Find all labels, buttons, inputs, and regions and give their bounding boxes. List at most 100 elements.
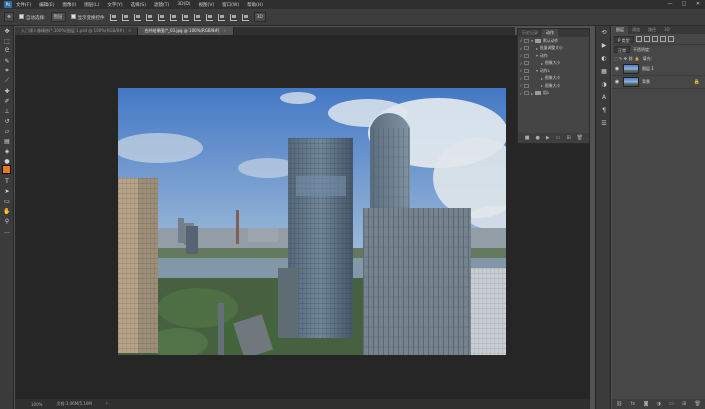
- dialog-toggle-box[interactable]: [524, 61, 529, 66]
- expand-arrow-icon[interactable]: ▾: [536, 53, 538, 58]
- align-vcenter-icon[interactable]: [121, 13, 129, 21]
- type-tool-icon[interactable]: T: [0, 176, 14, 186]
- menu-view[interactable]: 视图(V): [199, 2, 215, 8]
- tab-channels[interactable]: 通道: [628, 26, 644, 34]
- canvas-workspace[interactable]: [15, 35, 590, 399]
- doc-tab-1[interactable]: 入门课人像精修(*.100%(图层 1.psd @ 100%(RGB/8#) ×: [15, 27, 139, 35]
- expand-arrow-icon[interactable]: ▾: [531, 38, 533, 43]
- auto-select-target-dropdown[interactable]: 图层: [50, 12, 66, 22]
- play-icon[interactable]: ▶: [546, 135, 550, 141]
- distribute-top-icon[interactable]: [181, 13, 189, 21]
- new-set-icon[interactable]: ▭: [556, 135, 561, 141]
- menu-image[interactable]: 图像(I): [62, 2, 76, 8]
- dialog-toggle-box[interactable]: [524, 53, 529, 58]
- marquee-tool-icon[interactable]: ⬚: [0, 36, 14, 46]
- more-tools-icon[interactable]: …: [0, 226, 14, 236]
- dialog-toggle-box[interactable]: [524, 68, 529, 73]
- menu-filter[interactable]: 滤镜(T): [154, 2, 169, 8]
- distribute-hcenter-icon[interactable]: [229, 13, 237, 21]
- filter-shape-icon[interactable]: [659, 36, 666, 42]
- filter-pixel-icon[interactable]: [635, 36, 642, 42]
- path-select-tool-icon[interactable]: ➤: [0, 186, 14, 196]
- doc-tab-2[interactable]: 合并结果图(*_03.jpg @ 100%(RGB/8#) ×: [138, 27, 234, 35]
- distribute-vcenter-icon[interactable]: [193, 13, 201, 21]
- healing-brush-tool-icon[interactable]: ✚: [0, 86, 14, 96]
- layer-row[interactable]: ◉ 图层 1: [612, 63, 705, 76]
- expand-arrow-icon[interactable]: ▸: [536, 46, 538, 51]
- history-brush-tool-icon[interactable]: ↺: [0, 116, 14, 126]
- tab-paths[interactable]: 路径: [644, 26, 660, 34]
- gradient-tool-icon[interactable]: ▤: [0, 136, 14, 146]
- actions-play-icon[interactable]: ▶: [596, 39, 612, 52]
- close-tab-icon[interactable]: ×: [223, 28, 226, 33]
- align-bottom-icon[interactable]: [133, 13, 141, 21]
- shape-tool-icon[interactable]: ▭: [0, 196, 14, 206]
- filter-adjustment-icon[interactable]: [643, 36, 650, 42]
- menu-3d[interactable]: 3D(D): [177, 2, 190, 7]
- menu-help[interactable]: 帮助(H): [247, 2, 263, 8]
- zoom-level[interactable]: 100%: [31, 402, 42, 407]
- tab-actions[interactable]: 动作: [542, 29, 558, 37]
- move-tool-preset-button[interactable]: ✥: [4, 12, 14, 22]
- action-row[interactable]: ✓ ▸ 图像大小: [518, 75, 589, 83]
- delete-icon[interactable]: 🗑: [577, 135, 583, 141]
- layer-name[interactable]: 背景: [642, 79, 650, 85]
- auto-select-checkbox[interactable]: 自动选择:: [19, 13, 46, 21]
- visibility-eye-icon[interactable]: ◉: [614, 79, 620, 85]
- align-left-icon[interactable]: [145, 13, 153, 21]
- hand-tool-icon[interactable]: ✋: [0, 206, 14, 216]
- close-button[interactable]: ✕: [691, 0, 705, 9]
- menu-edit[interactable]: 编辑(E): [39, 2, 54, 8]
- status-menu-arrow-icon[interactable]: ›: [106, 401, 108, 407]
- lasso-tool-icon[interactable]: ᘓ: [0, 46, 14, 56]
- quick-select-tool-icon[interactable]: ✎: [0, 56, 14, 66]
- distribute-left-icon[interactable]: [217, 13, 225, 21]
- action-row[interactable]: ✓ ▾ 动作1: [518, 67, 589, 75]
- align-hcenter-icon[interactable]: [157, 13, 165, 21]
- expand-arrow-icon[interactable]: ▸: [531, 91, 533, 96]
- delete-layer-icon[interactable]: 🗑: [694, 401, 700, 407]
- align-right-icon[interactable]: [169, 13, 177, 21]
- minimize-button[interactable]: —: [663, 0, 677, 9]
- dialog-toggle-box[interactable]: [524, 38, 529, 43]
- expand-arrow-icon[interactable]: ▸: [541, 61, 543, 66]
- dialog-toggle-box[interactable]: [524, 83, 529, 88]
- character-icon[interactable]: A: [596, 91, 612, 104]
- move-tool-icon[interactable]: ✥: [0, 26, 14, 36]
- filter-type-icon[interactable]: [651, 36, 658, 42]
- document-canvas-image[interactable]: [118, 88, 506, 355]
- layer-row[interactable]: ◉ 背景 🔒: [612, 76, 705, 89]
- expand-arrow-icon[interactable]: ▸: [541, 83, 543, 88]
- menu-file[interactable]: 文件(F): [16, 2, 31, 8]
- align-top-icon[interactable]: [109, 13, 117, 21]
- dialog-toggle-box[interactable]: [524, 91, 529, 96]
- zoom-tool-icon[interactable]: ⚲: [0, 216, 14, 226]
- dialog-toggle-box[interactable]: [524, 76, 529, 81]
- record-icon[interactable]: ●: [535, 135, 539, 141]
- expand-arrow-icon[interactable]: ▾: [536, 68, 538, 73]
- new-layer-icon[interactable]: ⊞: [682, 401, 686, 407]
- blur-tool-icon[interactable]: ◈: [0, 146, 14, 156]
- layer-mask-icon[interactable]: ◙: [644, 401, 649, 407]
- adjustment-layer-icon[interactable]: ◑: [657, 401, 661, 407]
- layer-name[interactable]: 图层 1: [642, 66, 654, 72]
- distribute-right-icon[interactable]: [241, 13, 249, 21]
- menu-window[interactable]: 窗口(W): [222, 2, 239, 8]
- menu-type[interactable]: 文字(Y): [107, 2, 122, 8]
- menu-layer[interactable]: 图层(L): [84, 2, 99, 8]
- link-layers-icon[interactable]: ⛓: [616, 401, 622, 407]
- paragraph-icon[interactable]: ¶: [596, 104, 612, 117]
- foreground-color-swatch[interactable]: [2, 165, 11, 174]
- new-group-icon[interactable]: ▭: [669, 401, 674, 407]
- blend-mode-dropdown[interactable]: 正常: [614, 46, 630, 53]
- menu-select[interactable]: 选择(S): [131, 2, 146, 8]
- 3d-mode-button[interactable]: 3D: [253, 12, 266, 22]
- distribute-bottom-icon[interactable]: [205, 13, 213, 21]
- new-action-icon[interactable]: ⊞: [566, 135, 570, 141]
- dialog-toggle-box[interactable]: [524, 46, 529, 51]
- color-icon[interactable]: ◐: [596, 52, 612, 65]
- action-row[interactable]: ✓ ▸ 图像大小: [518, 60, 589, 68]
- clone-stamp-tool-icon[interactable]: ⊥: [0, 106, 14, 116]
- layer-style-icon[interactable]: fx: [631, 401, 636, 407]
- action-row[interactable]: ✓ ▾ 默认动作: [518, 37, 589, 45]
